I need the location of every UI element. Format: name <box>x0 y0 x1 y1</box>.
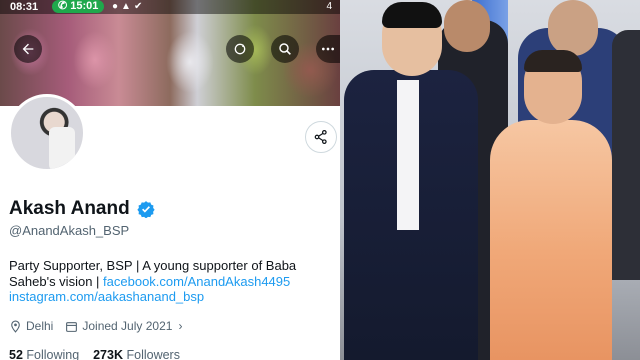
photo-person-right-edge <box>612 30 640 280</box>
profile-bio: Party Supporter, BSP | A young supporter… <box>9 258 334 305</box>
verified-badge-icon <box>137 201 155 218</box>
status-bar: 08:31 ✆ 15:01 ●▲✔ 4 <box>0 0 340 14</box>
profile-panel: 08:31 ✆ 15:01 ●▲✔ 4 Akash Anand @AnandAk… <box>0 0 340 360</box>
chevron-right-icon: › <box>178 319 183 333</box>
followers-label: Followers <box>126 348 180 360</box>
bio-link-facebook[interactable]: facebook.com/AnandAkash4495 <box>103 274 290 289</box>
refresh-button[interactable] <box>226 35 254 63</box>
following-label: Following <box>26 348 80 360</box>
calendar-icon <box>66 321 78 332</box>
more-icon <box>322 47 334 51</box>
status-right: 4 <box>326 1 332 12</box>
search-icon <box>279 43 291 55</box>
photo-security-guard-head <box>444 0 490 52</box>
photo-woman-in-orange <box>490 120 612 360</box>
refresh-icon <box>234 43 246 55</box>
news-photo <box>340 0 640 360</box>
photo-person-background-head <box>548 0 598 56</box>
joined-item[interactable]: Joined July 2021 › <box>65 319 182 333</box>
status-time: 08:31 <box>10 1 39 13</box>
avatar[interactable] <box>8 94 86 172</box>
phone-icon: ✆ <box>58 0 68 12</box>
following-link[interactable]: 52 Following <box>9 348 79 360</box>
location-pin-icon <box>11 320 20 333</box>
joined-text: Joined July 2021 <box>82 319 173 333</box>
call-time: 15:01 <box>70 0 99 12</box>
profile-handle: @AnandAkash_BSP <box>9 223 130 238</box>
location-item: Delhi <box>9 319 53 333</box>
share-icon <box>314 130 327 144</box>
photo-man-shirt <box>397 80 419 230</box>
follow-stats: 52 Following 273K Followers <box>9 348 180 360</box>
location-text: Delhi <box>26 319 54 333</box>
following-count: 52 <box>9 348 23 360</box>
search-button[interactable] <box>271 35 299 63</box>
back-arrow-icon <box>22 43 34 55</box>
call-pill[interactable]: ✆ 15:01 <box>52 0 105 13</box>
profile-meta: Delhi Joined July 2021 › <box>9 319 194 333</box>
notification-icons: ●▲✔ <box>112 1 146 12</box>
more-button[interactable] <box>316 35 340 63</box>
display-name: Akash Anand <box>9 198 130 219</box>
photo-woman-hair <box>524 50 582 72</box>
followers-link[interactable]: 273K Followers <box>93 348 180 360</box>
followers-count: 273K <box>93 348 123 360</box>
share-button[interactable] <box>305 121 337 153</box>
photo-man-hair <box>382 2 442 28</box>
back-button[interactable] <box>14 35 42 63</box>
avatar-photo <box>49 127 75 169</box>
bio-link-instagram[interactable]: instagram.com/aakashanand_bsp <box>9 289 204 304</box>
